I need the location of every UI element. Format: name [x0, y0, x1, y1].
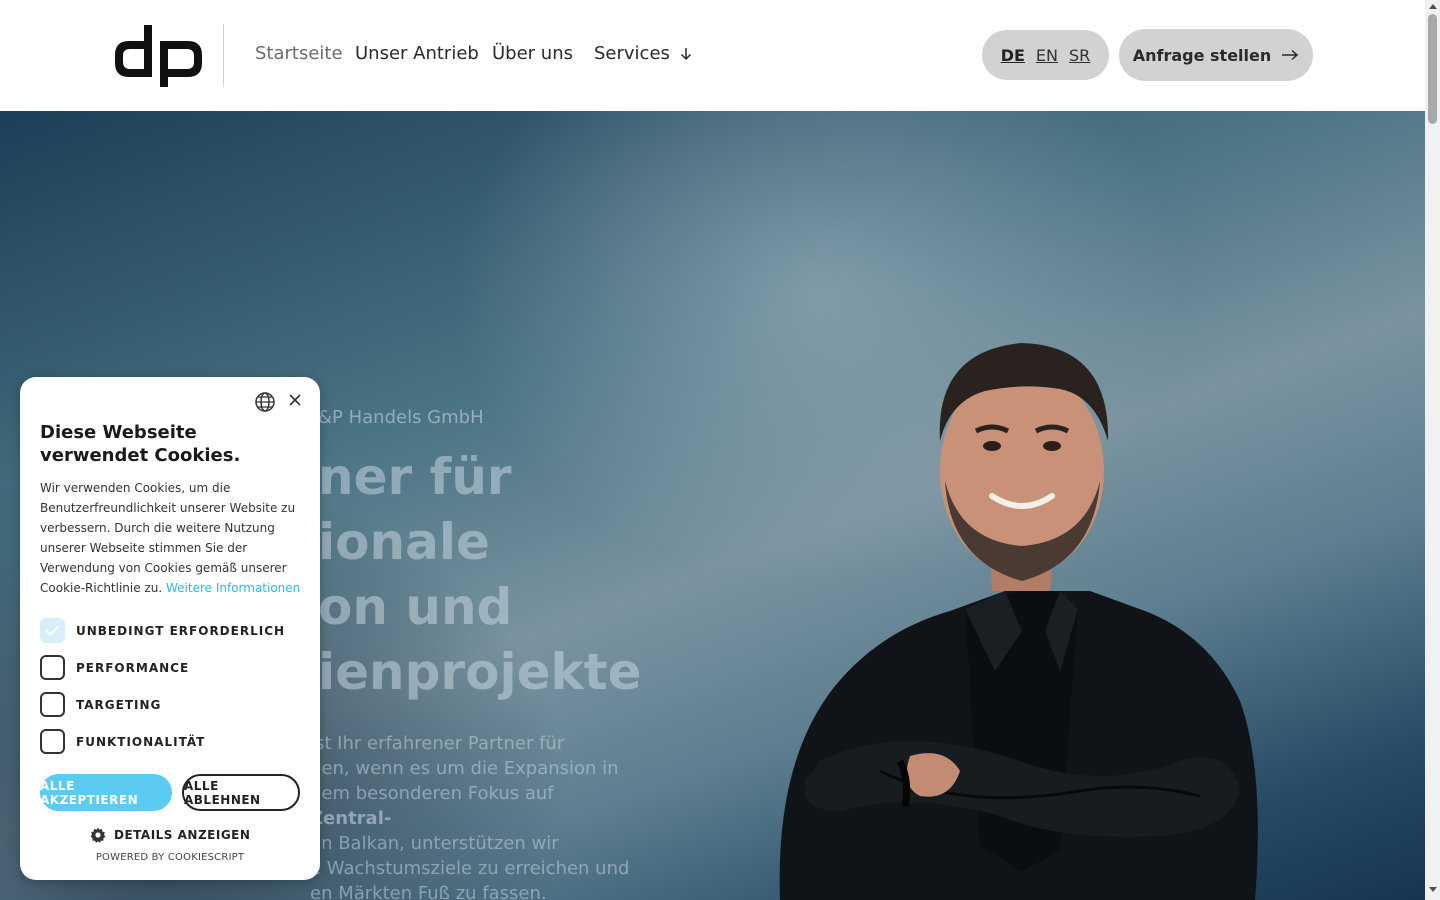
checkbox[interactable] — [40, 692, 65, 717]
scroll-up-arrow-icon[interactable] — [1429, 4, 1437, 9]
option-unbedingt-erforderlich[interactable]: UNBEDINGT ERFORDERLICH — [40, 618, 285, 643]
cta-label: Anfrage stellen — [1132, 45, 1272, 65]
show-details-button[interactable]: DETAILS ANZEIGEN — [90, 827, 250, 843]
more-info-link[interactable]: Weitere Informationen — [166, 581, 300, 595]
logo-divider — [223, 24, 224, 87]
checkbox[interactable] — [40, 729, 65, 754]
headline-line: on und — [318, 578, 513, 636]
nav-startseite[interactable]: Startseite — [255, 43, 343, 64]
nav-services-label: Services — [594, 43, 670, 64]
close-icon[interactable] — [288, 393, 302, 407]
scrollbar-thumb[interactable] — [1428, 14, 1437, 124]
site-header: Startseite Unser Antrieb Über uns Servic… — [0, 0, 1425, 111]
option-funktionalitaet[interactable]: FUNKTIONALITÄT — [40, 729, 205, 754]
language-switcher: DE EN SR — [982, 30, 1109, 80]
reject-all-button[interactable]: ALLE ABLEHNEN — [182, 774, 300, 811]
paragraph-line: gen, wenn es um die Expansion in — [310, 758, 619, 779]
nav-services[interactable]: Services — [594, 43, 692, 64]
option-label: UNBEDINGT ERFORDERLICH — [76, 623, 286, 638]
gear-icon — [90, 827, 106, 843]
checkbox[interactable] — [40, 655, 65, 680]
headline-line: ner für — [318, 448, 512, 506]
scroll-down-arrow-icon[interactable] — [1429, 887, 1437, 892]
arrow-down-icon — [680, 47, 691, 60]
paragraph-line: en Balkan, unterstützen wir — [310, 833, 559, 854]
lang-de[interactable]: DE — [1001, 46, 1025, 65]
dp-logo[interactable] — [115, 25, 203, 87]
lang-sr[interactable]: SR — [1069, 46, 1090, 65]
details-label: DETAILS ANZEIGEN — [114, 828, 251, 842]
checkbox-checked[interactable] — [40, 618, 65, 643]
paragraph-line: e Wachstumsziele zu erreichen und — [310, 858, 630, 879]
lang-en[interactable]: EN — [1036, 46, 1058, 65]
accept-all-button[interactable]: ALLE AKZEPTIEREN — [40, 774, 172, 811]
page-scrollbar[interactable] — [1425, 0, 1440, 900]
nav-unser-antrieb[interactable]: Unser Antrieb — [355, 43, 479, 64]
option-label: FUNKTIONALITÄT — [76, 734, 206, 749]
hero-headline: ner für ionale on und ienprojekte — [318, 445, 642, 705]
powered-by-label[interactable]: POWERED BY COOKIESCRIPT — [20, 852, 320, 863]
hero-paragraph: ist Ihr erfahrener Partner für gen, wenn… — [310, 731, 640, 900]
hero-kicker: &P Handels GmbH — [318, 407, 484, 428]
option-targeting[interactable]: TARGETING — [40, 692, 161, 717]
cookie-body-text: Wir verwenden Cookies, um die Benutzerfr… — [40, 481, 296, 595]
paragraph-line: en Märkten Fuß zu fassen. — [310, 883, 547, 900]
paragraph-line: nem besonderen Fokus auf Zentral- — [310, 781, 640, 831]
cookie-title: Diese Webseite verwendet Cookies. — [40, 422, 241, 466]
paragraph-line: ist Ihr erfahrener Partner für — [310, 733, 565, 754]
headline-line: ionale — [318, 513, 490, 571]
cookie-description: Wir verwenden Cookies, um die Benutzerfr… — [40, 478, 302, 598]
anfrage-stellen-button[interactable]: Anfrage stellen — [1119, 29, 1313, 81]
headline-line: ienprojekte — [318, 643, 642, 701]
option-label: TARGETING — [76, 697, 162, 712]
paragraph-line-text: nem besonderen Fokus auf — [310, 783, 554, 804]
globe-icon[interactable] — [254, 391, 276, 413]
portrait-image — [779, 343, 1258, 900]
paragraph-bold: Zentral- — [310, 808, 392, 829]
arrow-right-icon — [1282, 49, 1299, 61]
option-performance[interactable]: PERFORMANCE — [40, 655, 189, 680]
option-label: PERFORMANCE — [76, 660, 190, 675]
cookie-banner: Diese Webseite verwendet Cookies. Wir ve… — [20, 377, 320, 880]
nav-ueber-uns[interactable]: Über uns — [492, 43, 573, 64]
